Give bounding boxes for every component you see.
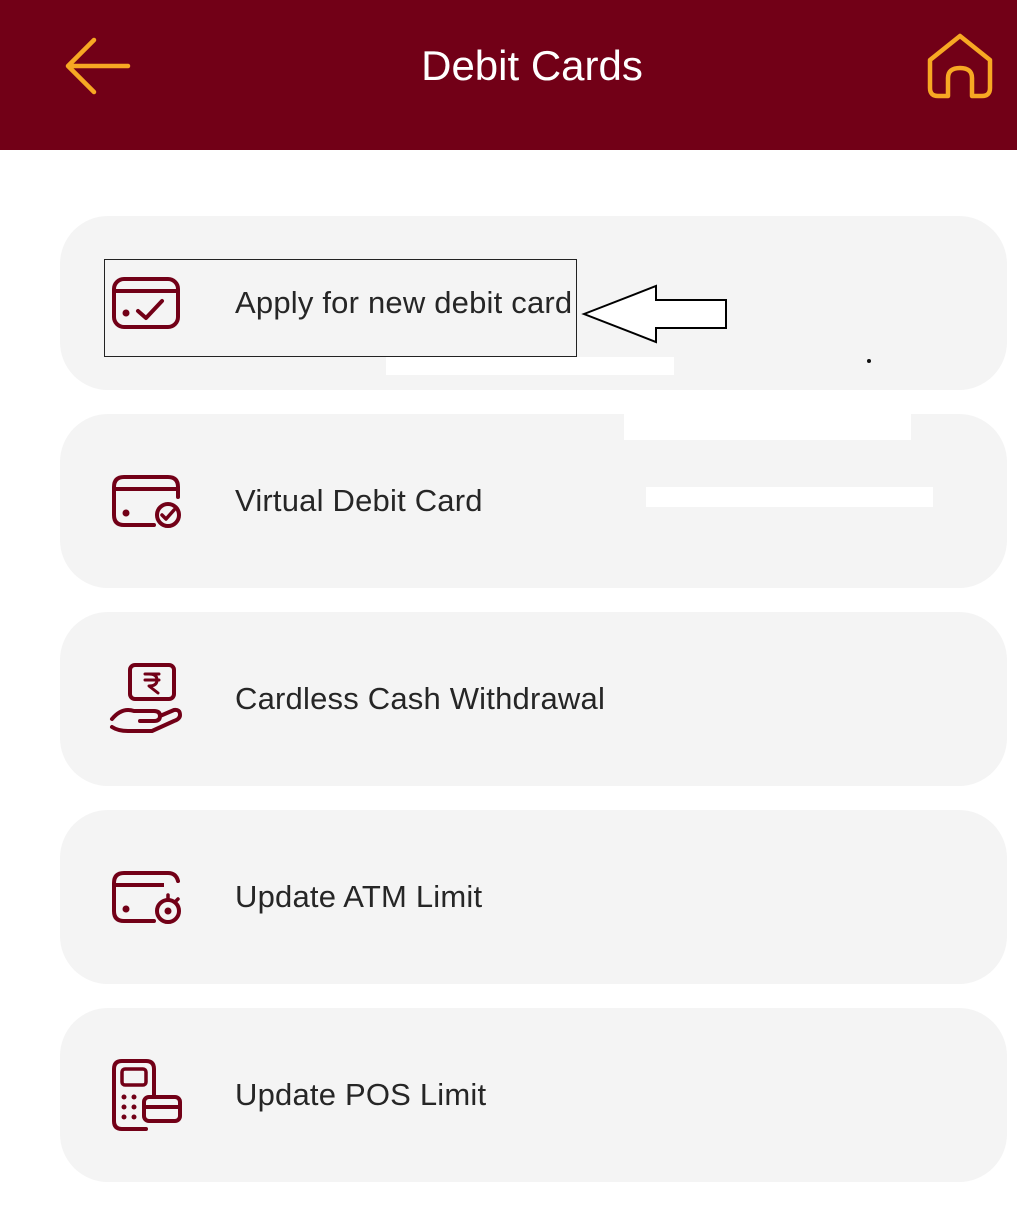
- redaction-strip: [624, 390, 911, 440]
- menu-item-update-atm-limit[interactable]: Update ATM Limit: [60, 810, 1007, 984]
- pos-terminal-icon: [112, 1059, 182, 1131]
- app-header: Debit Cards: [0, 0, 1017, 150]
- home-icon: [927, 33, 993, 99]
- home-button[interactable]: [924, 30, 996, 102]
- debit-card-check-icon: [112, 277, 180, 329]
- virtual-card-check-icon: [112, 475, 181, 528]
- menu-item-label: Update ATM Limit: [235, 879, 483, 914]
- menu-item-cardless-cash-withdrawal[interactable]: Cardless Cash Withdrawal: [60, 612, 1007, 786]
- stray-dot: [867, 359, 871, 363]
- cash-in-hand-icon: [110, 663, 182, 733]
- redaction-strip: [646, 487, 933, 507]
- card-limit-icon: [112, 871, 181, 924]
- menu-item-label: Virtual Debit Card: [235, 483, 483, 518]
- menu-item-label: Apply for new debit card: [235, 285, 573, 320]
- redaction-strip: [386, 357, 674, 375]
- menu-item-update-pos-limit[interactable]: Update POS Limit: [60, 1008, 1007, 1182]
- menu-item-label: Update POS Limit: [235, 1077, 487, 1112]
- page-title: Debit Cards: [421, 42, 643, 89]
- menu-item-label: Cardless Cash Withdrawal: [235, 681, 606, 716]
